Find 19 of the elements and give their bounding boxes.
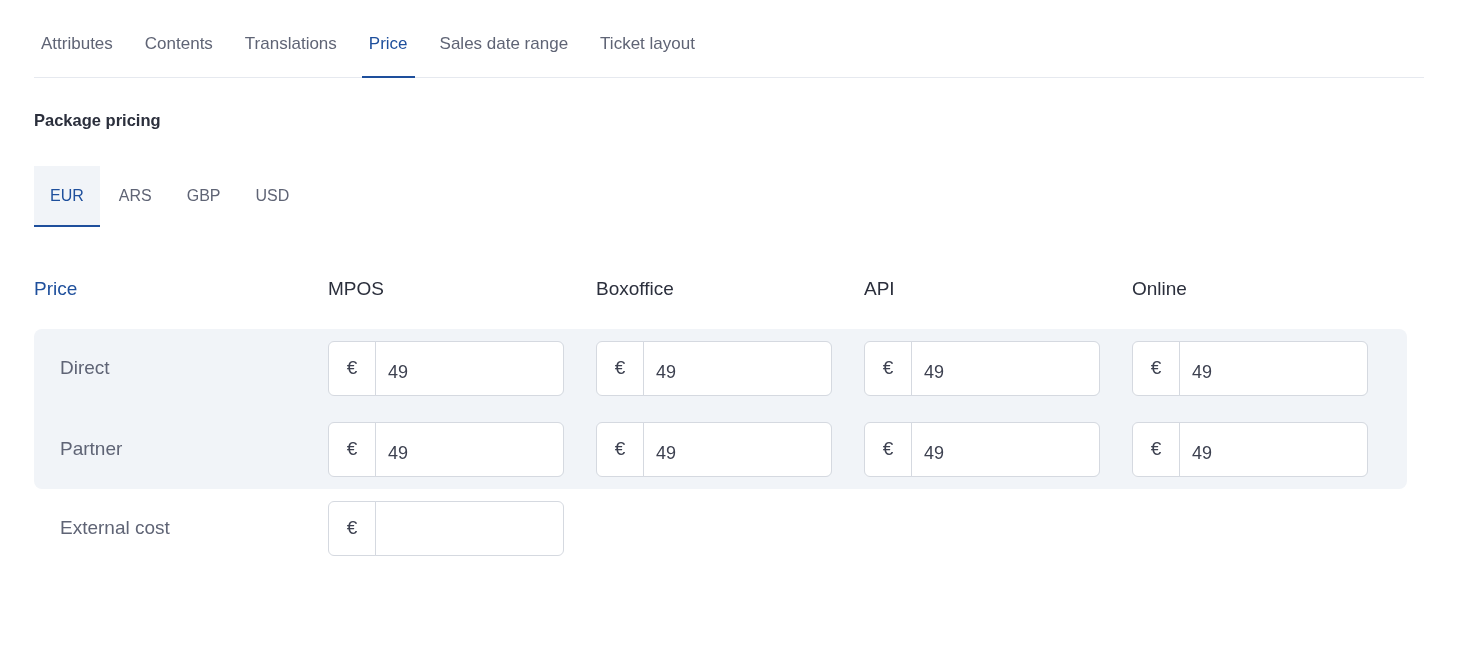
row-label: Direct — [59, 356, 111, 380]
section-title: Package pricing — [34, 109, 162, 131]
tab[interactable]: Price — [361, 28, 415, 78]
tab[interactable]: Attributes — [34, 28, 120, 78]
row-label: External cost — [59, 516, 171, 540]
tab[interactable]: Sales date range — [432, 28, 576, 78]
column-header: Boxoffice — [596, 277, 675, 302]
column-header: Online — [1132, 277, 1188, 302]
currency-tab[interactable]: EUR — [34, 166, 100, 228]
currency-tab[interactable]: USD — [239, 166, 306, 228]
tab[interactable]: Translations — [237, 28, 344, 78]
tab[interactable]: Contents — [137, 28, 220, 78]
currency-tab[interactable]: ARS — [102, 166, 168, 228]
row-label: Partner — [59, 437, 124, 461]
column-header: Price — [34, 277, 79, 302]
currency-tab[interactable]: GBP — [170, 166, 237, 228]
tab[interactable]: Ticket layout — [593, 28, 702, 78]
column-header: MPOS — [328, 277, 385, 302]
column-header: API — [864, 277, 896, 302]
